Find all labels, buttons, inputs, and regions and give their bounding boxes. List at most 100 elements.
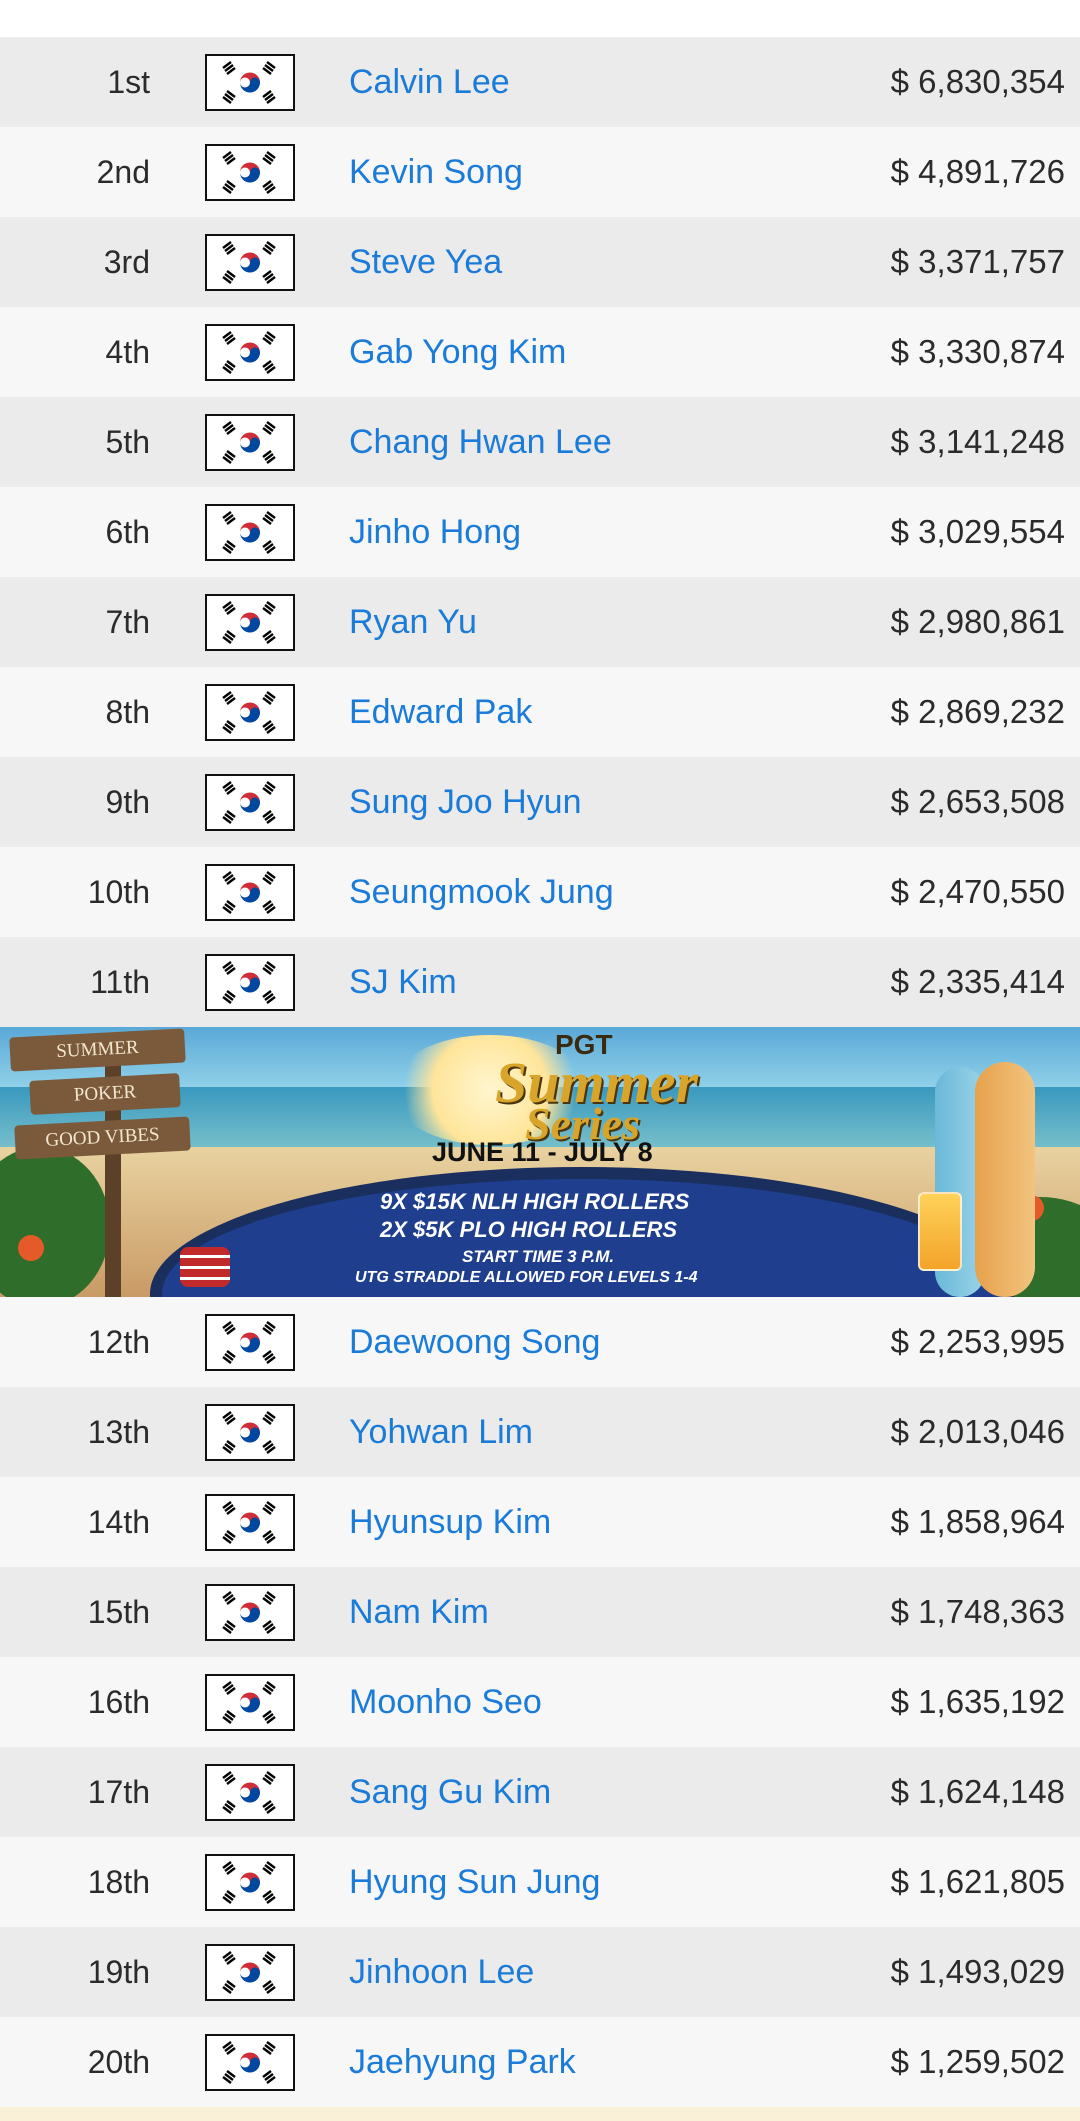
south-korea-flag-icon xyxy=(205,1674,295,1731)
south-korea-flag-icon xyxy=(205,234,295,291)
leaderboard-list: 1st Calvin Lee $ 6,830,354 2nd Kevin Song $ 4… xyxy=(0,37,1080,1027)
rank-cell: 4th xyxy=(105,333,150,370)
rank-cell: 2nd xyxy=(96,153,150,190)
rank-cell: 8th xyxy=(105,693,150,730)
earnings-cell: $ 3,029,554 xyxy=(890,513,1065,550)
rank-cell: 6th xyxy=(105,513,150,550)
rank-cell: 3rd xyxy=(103,243,150,280)
rank-cell: 19th xyxy=(87,1953,150,1990)
player-name-link[interactable]: Jaehyung Park xyxy=(349,2043,576,2082)
player-name-link[interactable]: Nam Kim xyxy=(349,1593,489,1632)
player-name-link[interactable]: Ryan Yu xyxy=(349,603,477,642)
south-korea-flag-icon xyxy=(205,504,295,561)
player-name-link[interactable]: Chang Hwan Lee xyxy=(349,423,612,462)
banner-line-3: START TIME 3 P.M. xyxy=(462,1247,615,1266)
player-name-link[interactable]: Gab Yong Kim xyxy=(349,333,566,372)
rank-cell: 13th xyxy=(87,1413,150,1450)
rank-cell: 1st xyxy=(107,63,150,100)
south-korea-flag-icon xyxy=(205,1314,295,1371)
summer-series-banner[interactable]: SUMMER POKER GOOD VIBES PGT Summer Serie… xyxy=(0,1027,1080,1297)
surfboard-icon xyxy=(975,1062,1035,1297)
south-korea-flag-icon xyxy=(205,774,295,831)
table-row: 12th Daewoong Song $ 2,253,995 xyxy=(0,1297,1080,1387)
banner-flower xyxy=(18,1235,44,1261)
earnings-cell: $ 1,858,964 xyxy=(890,1503,1065,1540)
table-row: 8th Edward Pak $ 2,869,232 xyxy=(0,667,1080,757)
south-korea-flag-icon xyxy=(205,414,295,471)
table-row: 7th Ryan Yu $ 2,980,861 xyxy=(0,577,1080,667)
banner-dates: JUNE 11 - JULY 8 xyxy=(432,1137,653,1167)
player-name-link[interactable]: Sung Joo Hyun xyxy=(349,783,582,822)
player-name-link[interactable]: Seungmook Jung xyxy=(349,873,614,912)
table-row: 9th Sung Joo Hyun $ 2,653,508 xyxy=(0,757,1080,847)
south-korea-flag-icon xyxy=(205,1494,295,1551)
table-row: 10th Seungmook Jung $ 2,470,550 xyxy=(0,847,1080,937)
south-korea-flag-icon xyxy=(205,594,295,651)
earnings-cell: $ 2,253,995 xyxy=(890,1323,1065,1360)
table-row: 15th Nam Kim $ 1,748,363 xyxy=(0,1567,1080,1657)
south-korea-flag-icon xyxy=(205,144,295,201)
player-name-link[interactable]: Kevin Song xyxy=(349,153,523,192)
earnings-cell: $ 3,371,757 xyxy=(890,243,1065,280)
top-spacer xyxy=(0,0,1080,37)
table-row: 6th Jinho Hong $ 3,029,554 xyxy=(0,487,1080,577)
player-name-link[interactable]: Edward Pak xyxy=(349,693,532,732)
player-name-link[interactable]: Calvin Lee xyxy=(349,63,510,102)
rank-cell: 17th xyxy=(87,1773,150,1810)
table-row: 16th Moonho Seo $ 1,635,192 xyxy=(0,1657,1080,1747)
earnings-cell: $ 1,621,805 xyxy=(890,1863,1065,1900)
rank-cell: 20th xyxy=(87,2043,150,2080)
earnings-cell: $ 1,748,363 xyxy=(890,1593,1065,1630)
table-row: 5th Chang Hwan Lee $ 3,141,248 xyxy=(0,397,1080,487)
earnings-cell: $ 2,013,046 xyxy=(890,1413,1065,1450)
banner-line-2: 2X $5K PLO HIGH ROLLERS xyxy=(380,1217,678,1242)
rank-cell: 11th xyxy=(90,963,150,1000)
banner-line-4: UTG STRADDLE ALLOWED FOR LEVELS 1-4 xyxy=(355,1269,698,1286)
player-name-link[interactable]: SJ Kim xyxy=(349,963,457,1002)
player-name-link[interactable]: Sang Gu Kim xyxy=(349,1773,551,1812)
earnings-cell: $ 6,830,354 xyxy=(890,63,1065,100)
table-row: 3rd Steve Yea $ 3,371,757 xyxy=(0,217,1080,307)
south-korea-flag-icon xyxy=(205,864,295,921)
player-name-link[interactable]: Yohwan Lim xyxy=(349,1413,533,1452)
table-row: 2nd Kevin Song $ 4,891,726 xyxy=(0,127,1080,217)
earnings-cell: $ 1,259,502 xyxy=(890,2043,1065,2080)
table-row: 1st Calvin Lee $ 6,830,354 xyxy=(0,37,1080,127)
rank-cell: 14th xyxy=(87,1503,150,1540)
banner-sign-summer: SUMMER xyxy=(9,1028,186,1072)
table-row: 11th SJ Kim $ 2,335,414 xyxy=(0,937,1080,1027)
rank-cell: 10th xyxy=(87,873,150,910)
banner-line-1: 9X $15K NLH HIGH ROLLERS xyxy=(380,1189,690,1214)
player-name-link[interactable]: Hyunsup Kim xyxy=(349,1503,551,1542)
player-name-link[interactable]: Moonho Seo xyxy=(349,1683,542,1722)
table-row: 4th Gab Yong Kim $ 3,330,874 xyxy=(0,307,1080,397)
earnings-cell: $ 1,493,029 xyxy=(890,1953,1065,1990)
player-name-link[interactable]: Steve Yea xyxy=(349,243,502,282)
player-name-link[interactable]: Hyung Sun Jung xyxy=(349,1863,600,1902)
rank-cell: 9th xyxy=(105,783,150,820)
south-korea-flag-icon xyxy=(205,1854,295,1911)
table-row: 20th Jaehyung Park $ 1,259,502 xyxy=(0,2017,1080,2107)
earnings-cell: $ 1,635,192 xyxy=(890,1683,1065,1720)
rank-cell: 15th xyxy=(87,1593,150,1630)
table-row: 17th Sang Gu Kim $ 1,624,148 xyxy=(0,1747,1080,1837)
earnings-cell: $ 3,141,248 xyxy=(890,423,1065,460)
player-name-link[interactable]: Jinhoon Lee xyxy=(349,1953,534,1992)
south-korea-flag-icon xyxy=(205,684,295,741)
player-name-link[interactable]: Daewoong Song xyxy=(349,1323,600,1362)
leaderboard-list: 12th Daewoong Song $ 2,253,995 13th Yohwan L… xyxy=(0,1297,1080,2107)
bottom-strip xyxy=(0,2107,1080,2121)
rank-cell: 18th xyxy=(87,1863,150,1900)
south-korea-flag-icon xyxy=(205,954,295,1011)
player-name-link[interactable]: Jinho Hong xyxy=(349,513,521,552)
earnings-cell: $ 4,891,726 xyxy=(890,153,1065,190)
rank-cell: 7th xyxy=(105,603,150,640)
south-korea-flag-icon xyxy=(205,54,295,111)
rank-cell: 12th xyxy=(87,1323,150,1360)
table-row: 19th Jinhoon Lee $ 1,493,029 xyxy=(0,1927,1080,2017)
south-korea-flag-icon xyxy=(205,1584,295,1641)
table-row: 13th Yohwan Lim $ 2,013,046 xyxy=(0,1387,1080,1477)
earnings-cell: $ 2,980,861 xyxy=(890,603,1065,640)
earnings-cell: $ 2,335,414 xyxy=(890,963,1065,1000)
south-korea-flag-icon xyxy=(205,1404,295,1461)
